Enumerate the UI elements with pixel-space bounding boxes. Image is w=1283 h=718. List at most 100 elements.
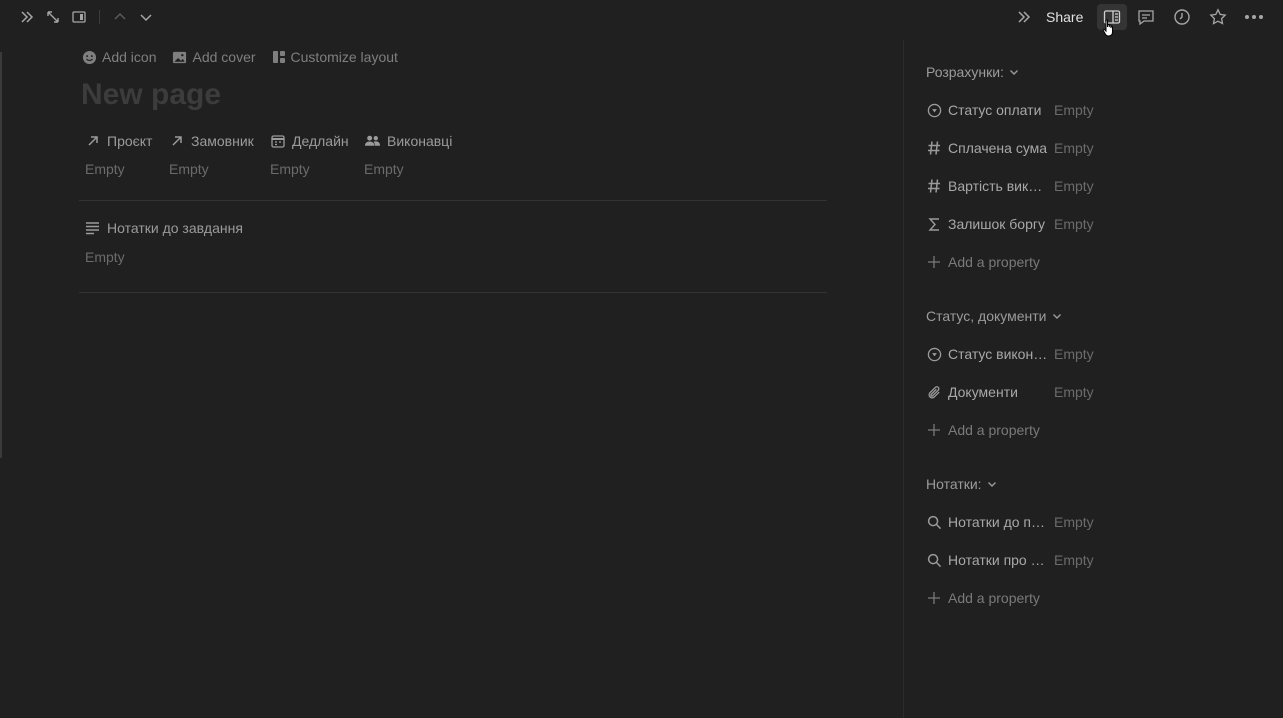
previous-page-button[interactable] <box>108 5 132 29</box>
group-title: Нотатки: <box>926 476 982 492</box>
more-horizontal-icon <box>1244 14 1264 20</box>
divider <box>79 292 827 293</box>
comments-button[interactable] <box>1134 5 1158 29</box>
page-actions: Add icon Add cover Customize layout <box>82 47 414 67</box>
paperclip-icon <box>926 385 942 400</box>
more-options-button[interactable] <box>1242 5 1266 29</box>
clock-icon <box>1173 8 1191 26</box>
property-value[interactable]: Empty <box>1054 346 1094 362</box>
panel-property-project-notes[interactable]: Нотатки до проєкту Empty <box>926 510 1266 534</box>
next-page-button[interactable] <box>134 5 158 29</box>
people-icon <box>364 133 381 149</box>
panel-property-payment-status[interactable]: Статус оплати Empty <box>926 98 1266 122</box>
property-value[interactable]: Empty <box>1054 140 1094 156</box>
status-icon <box>926 347 942 362</box>
property-value[interactable]: Empty <box>1054 514 1094 530</box>
task-notes-property[interactable]: Нотатки до завдання <box>85 220 243 236</box>
text-lines-icon <box>85 221 100 235</box>
property-name: Вартість виконання <box>948 178 1048 194</box>
customize-layout-button[interactable]: Customize layout <box>272 47 398 67</box>
properties-panel-border <box>903 40 904 718</box>
window-edge <box>0 52 2 458</box>
property-value[interactable]: Empty <box>270 161 310 177</box>
add-cover-label: Add cover <box>192 49 256 65</box>
property-deadline[interactable]: Дедлайн <box>270 133 349 149</box>
property-value[interactable]: Empty <box>169 161 209 177</box>
collapse-panel-button[interactable] <box>1012 5 1036 29</box>
share-button[interactable]: Share <box>1040 5 1089 29</box>
layout-icon <box>272 50 286 64</box>
arrow-up-right-icon <box>85 133 101 149</box>
add-property-label: Add a property <box>948 254 1040 270</box>
panel-property-execution-status[interactable]: Статус виконання Empty <box>926 342 1266 366</box>
property-value[interactable]: Empty <box>85 161 125 177</box>
sigma-icon <box>926 217 942 232</box>
panel-property-paid-amount[interactable]: Сплачена сума Empty <box>926 136 1266 160</box>
property-value[interactable]: Empty <box>1054 384 1094 400</box>
panel-property-cost[interactable]: Вартість виконання Empty <box>926 174 1266 198</box>
property-value[interactable]: Empty <box>364 161 404 177</box>
calendar-icon <box>270 133 286 149</box>
panel-property-client-notes[interactable]: Нотатки про замовника Empty <box>926 548 1266 572</box>
group-title: Статус, документи <box>926 308 1047 324</box>
property-value[interactable]: Empty <box>1054 102 1094 118</box>
add-icon-button[interactable]: Add icon <box>82 47 156 67</box>
group-header-notes[interactable]: Нотатки: <box>926 476 998 492</box>
plus-icon <box>926 255 942 269</box>
updates-button[interactable] <box>1170 5 1194 29</box>
property-label: Проєкт <box>107 133 153 149</box>
group-header-status-docs[interactable]: Статус, документи <box>926 308 1063 324</box>
property-name: Сплачена сума <box>948 140 1048 156</box>
add-property-button[interactable]: Add a property <box>926 590 1040 606</box>
group-title: Розрахунки: <box>926 64 1004 80</box>
property-name: Нотатки про замовника <box>948 552 1048 568</box>
chevron-down-icon <box>986 478 998 490</box>
expand-page-button[interactable] <box>41 5 65 29</box>
customize-layout-label: Customize layout <box>290 49 398 65</box>
status-icon <box>926 103 942 118</box>
chevron-down-icon <box>1051 310 1063 322</box>
side-peek-icon <box>71 9 87 25</box>
divider <box>79 200 827 201</box>
side-peek-button[interactable] <box>67 5 91 29</box>
property-name: Нотатки до проєкту <box>948 514 1048 530</box>
property-name: Статус оплати <box>948 102 1042 118</box>
search-icon <box>926 515 942 530</box>
chevron-down-icon <box>138 9 154 25</box>
panel-property-documents[interactable]: Документи Empty <box>926 380 1266 404</box>
property-value[interactable]: Empty <box>1054 216 1094 232</box>
number-icon <box>926 178 942 194</box>
add-property-button[interactable]: Add a property <box>926 254 1040 270</box>
add-cover-button[interactable]: Add cover <box>172 47 256 67</box>
comment-icon <box>1137 8 1155 26</box>
task-notes-value[interactable]: Empty <box>85 249 125 265</box>
property-label: Замовник <box>191 133 254 149</box>
favorite-button[interactable] <box>1206 5 1230 29</box>
plus-icon <box>926 591 942 605</box>
task-notes-label: Нотатки до завдання <box>107 220 243 236</box>
double-chevron-right-icon <box>19 9 35 25</box>
smiley-icon <box>82 50 97 65</box>
group-header-calculations[interactable]: Розрахунки: <box>926 64 1020 80</box>
star-icon <box>1209 8 1227 26</box>
property-assignees[interactable]: Виконавці <box>364 133 452 149</box>
panel-property-balance[interactable]: Залишок боргу Empty <box>926 212 1266 236</box>
property-name: Залишок боргу <box>948 216 1045 232</box>
expand-icon <box>45 9 61 25</box>
property-project[interactable]: Проєкт <box>85 133 152 149</box>
property-label: Дедлайн <box>292 133 349 149</box>
arrow-up-right-icon <box>169 133 185 149</box>
collapse-sidebar-button[interactable] <box>15 5 39 29</box>
property-value[interactable]: Empty <box>1054 552 1094 568</box>
property-client[interactable]: Замовник <box>169 133 254 149</box>
add-property-button[interactable]: Add a property <box>926 422 1040 438</box>
image-icon <box>172 50 187 65</box>
page-title[interactable]: New page <box>81 78 221 112</box>
plus-icon <box>926 423 942 437</box>
number-icon <box>926 140 942 156</box>
chevron-down-icon <box>1008 66 1020 78</box>
property-value[interactable]: Empty <box>1054 178 1094 194</box>
toolbar-divider <box>99 10 100 24</box>
property-label: Виконавці <box>387 133 453 149</box>
double-chevron-right-icon <box>1016 9 1032 25</box>
